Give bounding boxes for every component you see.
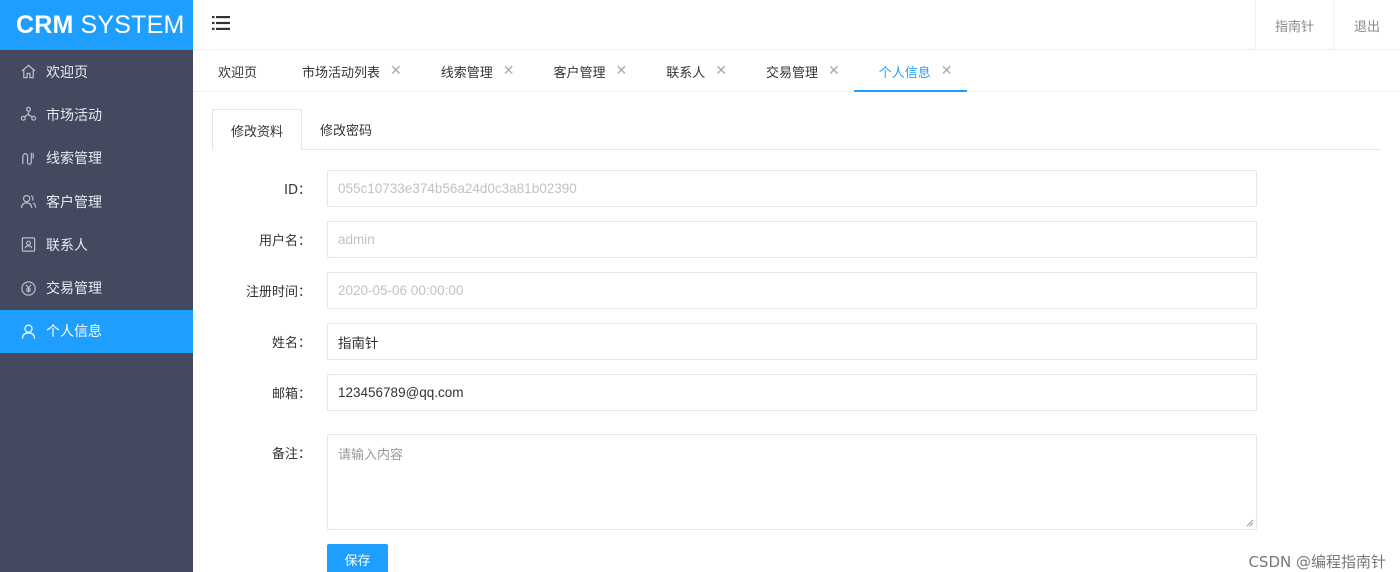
sidebar-item-label: 线索管理 xyxy=(46,151,102,168)
email-field[interactable]: 123456789@qq.com xyxy=(327,374,1257,411)
app-logo: CRM SYSTEM xyxy=(0,0,193,50)
save-button[interactable]: 保存 xyxy=(327,544,388,572)
resize-grip-icon[interactable] xyxy=(1246,519,1254,527)
form-row-remark: 备注： 请输入内容 xyxy=(193,434,1293,530)
sidebar-item-transactions[interactable]: 交易管理 xyxy=(0,266,193,309)
form-row-id: ID： 055c10733e374b56a24d0c3a81b02390 xyxy=(193,170,1293,207)
close-icon[interactable]: ✕ xyxy=(616,63,628,79)
sidebar-item-label: 市场活动 xyxy=(46,107,102,124)
tab-profile[interactable]: 个人信息 ✕ xyxy=(853,51,967,92)
sidebar-item-profile[interactable]: 个人信息 xyxy=(0,309,193,354)
tab-contacts[interactable]: 联系人 ✕ xyxy=(641,51,741,91)
sidebar-item-label: 个人信息 xyxy=(46,324,102,341)
form-row-register-time: 注册时间： 2020-05-06 00:00:00 xyxy=(193,272,1293,309)
remark-label: 备注： xyxy=(271,447,311,462)
sidebar-item-welcome[interactable]: 欢迎页 xyxy=(0,50,193,93)
close-icon[interactable]: ✕ xyxy=(941,63,953,79)
tab-label: 交易管理 xyxy=(766,65,819,81)
tab-label: 欢迎页 xyxy=(218,65,258,81)
close-icon[interactable]: ✕ xyxy=(828,63,840,79)
page-tabs: 欢迎页 市场活动列表 ✕ 线索管理 ✕ 客户管理 ✕ 联系人 ✕ 交易管理 ✕ … xyxy=(193,51,1400,92)
user-name-link[interactable]: 指南针 xyxy=(1254,0,1333,50)
logo-bold-text: CRM xyxy=(16,10,74,39)
top-header: 指南针 退出 xyxy=(193,0,1400,50)
sidebar-item-clues[interactable]: 线索管理 xyxy=(0,137,193,180)
yen-coin-icon xyxy=(19,279,37,297)
id-field[interactable]: 055c10733e374b56a24d0c3a81b02390 xyxy=(327,170,1257,207)
sidebar-item-customers[interactable]: 客户管理 xyxy=(0,180,193,223)
main-content: 修改资料 修改密码 ID： 055c10733e374b56a24d0c3a81… xyxy=(193,92,1400,572)
sidebar-item-label: 联系人 xyxy=(46,237,88,254)
form-row-name: 姓名： 指南针 xyxy=(193,323,1293,360)
tab-label: 市场活动列表 xyxy=(302,65,381,81)
sidebar: CRM SYSTEM 欢迎页 市场活动 线索管理 客户管理 联系人 交易管理 个… xyxy=(0,0,193,572)
tab-label: 个人信息 xyxy=(878,65,931,81)
logo-light-text: SYSTEM xyxy=(80,10,185,39)
id-label: ID： xyxy=(284,183,311,198)
tab-customers[interactable]: 客户管理 ✕ xyxy=(529,51,642,91)
tab-clues[interactable]: 线索管理 ✕ xyxy=(416,51,529,91)
username-label: 用户名： xyxy=(258,234,311,249)
tab-label: 联系人 xyxy=(666,65,706,81)
tab-label: 线索管理 xyxy=(440,65,493,81)
username-field[interactable]: admin xyxy=(327,221,1257,258)
sidebar-item-label: 交易管理 xyxy=(46,281,102,298)
sidebar-menu: 欢迎页 市场活动 线索管理 客户管理 联系人 交易管理 个人信息 xyxy=(0,50,193,354)
tab-welcome[interactable]: 欢迎页 xyxy=(193,51,277,91)
header-actions: 指南针 退出 xyxy=(1254,0,1400,50)
home-icon xyxy=(19,63,37,81)
close-icon[interactable]: ✕ xyxy=(715,63,727,79)
register-time-label: 注册时间： xyxy=(245,285,311,300)
sidebar-item-label: 客户管理 xyxy=(46,194,102,211)
contact-card-icon xyxy=(19,236,37,254)
name-field[interactable]: 指南针 xyxy=(327,323,1257,360)
menu-toggle-icon[interactable] xyxy=(211,13,233,35)
register-time-field[interactable]: 2020-05-06 00:00:00 xyxy=(327,272,1257,309)
sidebar-item-contacts[interactable]: 联系人 xyxy=(0,223,193,266)
remark-placeholder: 请输入内容 xyxy=(338,448,404,463)
watermark-text: CSDN @编程指南针 xyxy=(1248,553,1386,571)
close-icon[interactable]: ✕ xyxy=(503,63,515,79)
tab-transactions[interactable]: 交易管理 ✕ xyxy=(741,51,854,91)
sidebar-item-marketing[interactable]: 市场活动 xyxy=(0,93,193,136)
user-icon xyxy=(19,322,37,340)
logout-link[interactable]: 退出 xyxy=(1332,0,1400,50)
profile-subtabs: 修改资料 修改密码 xyxy=(212,109,1381,151)
email-label: 邮箱： xyxy=(271,387,311,402)
sidebar-item-label: 欢迎页 xyxy=(46,64,88,81)
clue-icon xyxy=(19,149,37,167)
form-row-username: 用户名： admin xyxy=(193,221,1293,258)
close-icon[interactable]: ✕ xyxy=(390,63,402,79)
users-icon xyxy=(19,193,37,211)
network-icon xyxy=(19,106,37,124)
tab-label: 客户管理 xyxy=(553,65,606,81)
subtab-change-password[interactable]: 修改密码 xyxy=(302,109,390,150)
subtab-edit-profile[interactable]: 修改资料 xyxy=(212,109,303,151)
remark-textarea[interactable]: 请输入内容 xyxy=(327,434,1257,530)
form-row-email: 邮箱： 123456789@qq.com xyxy=(193,374,1293,411)
tab-marketing-list[interactable]: 市场活动列表 ✕ xyxy=(277,51,416,91)
name-label: 姓名： xyxy=(271,336,311,351)
